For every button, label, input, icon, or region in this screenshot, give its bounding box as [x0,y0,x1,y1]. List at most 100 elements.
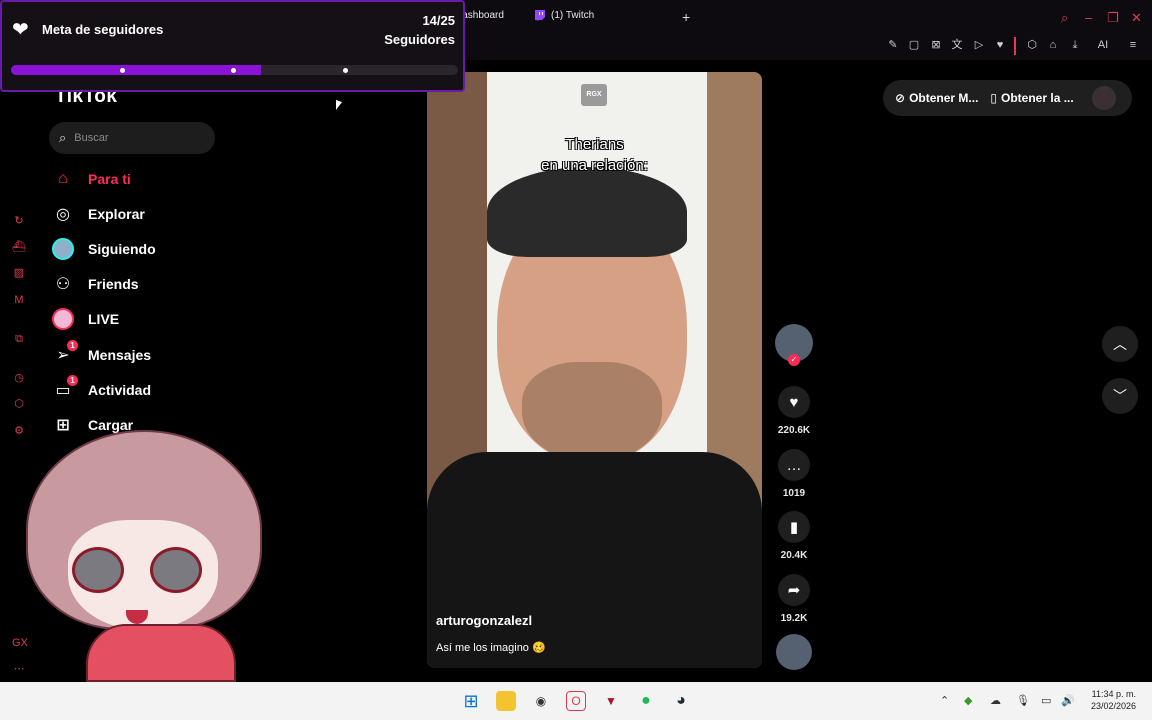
nav-label: Actividad [88,382,152,398]
like-count: 220.6K [777,425,811,436]
pill-label: Obtener la ... [1001,91,1074,105]
video-caption-line2: en una relación: [541,157,648,174]
pin-icon[interactable]: ✎ [886,38,900,52]
bookmark-icon: ▮ [778,511,810,543]
activity-icon: ▭ 1 [52,375,78,401]
top-right-actions: ⊘ Obtener M... ▯ Obtener la ... [883,80,1132,116]
coins-icon: ⊘ [895,91,906,105]
new-tab-button[interactable]: + [682,10,690,24]
steam-icon[interactable]: ◕ [671,691,691,711]
creator-avatar[interactable]: ✓ [775,324,813,366]
onedrive-icon[interactable]: ☁ [990,694,1001,707]
notification-badge: 1 [67,340,78,351]
game-app-icon[interactable]: ▼ [601,691,621,711]
video-subject-shirt [427,452,762,668]
goal-milestone-dot [120,68,125,73]
minimize-button[interactable]: – [1085,10,1092,25]
video-subject-beard [522,362,662,462]
nav-live[interactable]: LIVE [52,306,119,332]
like-button[interactable]: ♥ 220.6K [776,386,812,436]
gx-control-icon[interactable]: ↻ [12,214,26,228]
music-avatar[interactable] [776,634,812,670]
nav-mensajes[interactable]: ➢ 1 Mensajes [52,340,152,368]
obs-icon[interactable]: ◉ [531,691,551,711]
follow-check-icon[interactable]: ✓ [788,354,800,366]
nav-label: Para ti [88,171,131,187]
nav-actividad[interactable]: ▭ 1 Actividad [52,375,152,403]
pill-label: Obtener M... [909,91,979,105]
extensions-sidebar-icon[interactable]: ⬡ [12,397,26,411]
spotify-icon[interactable]: ● [636,691,656,711]
profile-avatar[interactable] [1091,86,1116,110]
search-icon[interactable]: ⌕ [1061,10,1068,26]
tab-twitch[interactable]: (1) Twitch [534,10,594,21]
get-app-button[interactable]: ▯ Obtener la ... [990,91,1073,105]
previous-video-button[interactable]: ︿ [1102,326,1138,362]
vtuber-glasses-left [72,547,124,593]
nav-para-ti[interactable]: ⌂ Para ti [52,166,131,192]
search-bar[interactable]: ⌕ [49,122,215,154]
gx-mail-icon[interactable]: M [12,293,26,307]
tray-chevron-up-icon[interactable]: ⌃ [940,694,949,707]
chevron-up-icon: ︿ [1113,336,1127,352]
tray-app-icon[interactable]: ◆ [964,694,972,707]
chevron-down-icon: ﹀ [1113,388,1127,404]
goal-count: 14/25 [422,13,455,28]
following-avatar-icon [52,238,74,260]
goal-subtitle: Seguidores [384,32,455,47]
snapshot-icon[interactable]: ▢ [907,38,921,52]
video-player[interactable]: RGX Therians en una relación: arturogonz… [427,72,762,668]
nav-label: Mensajes [88,347,152,363]
nav-explorar[interactable]: ◎ Explorar [52,201,145,227]
gx-store-icon[interactable]: ⛴ [12,240,26,254]
opera-gx-icon[interactable]: O [566,691,586,711]
search-icon: ⌕ [59,130,67,145]
get-coins-button[interactable]: ⊘ Obtener M... [895,91,978,105]
goal-title: Meta de seguidores [42,22,164,37]
nav-siguiendo[interactable]: Siguiendo [52,236,156,262]
live-icon [52,308,74,330]
heart-icon[interactable]: ♥ [993,38,1007,52]
goal-milestone-dot [231,68,236,73]
download-icon[interactable]: ⤓ [1068,38,1082,52]
watermark: RGX [581,84,607,106]
windows-start-icon[interactable]: ⊞ [461,691,481,711]
extensions-icon[interactable]: ⬡ [1025,38,1039,52]
friends-icon: ⚇ [55,276,71,293]
network-icon[interactable]: ▭ [1041,694,1051,707]
gx-cleaner-icon[interactable]: ▨ [12,266,26,280]
wallet-icon[interactable]: ⌂ [1046,38,1060,52]
menu-icon[interactable]: ≡ [1126,38,1140,52]
follower-goal-widget: ❤ Meta de seguidores 14/25 Seguidores [0,0,465,92]
microphone-icon[interactable]: 🎙 [1016,694,1030,707]
translate-icon[interactable]: 文 [950,38,964,52]
twitch-sidebar-icon[interactable]: ⧉ [12,332,26,346]
nav-label: Explorar [88,206,145,222]
video-author[interactable]: arturogonzalezl [436,613,532,628]
block-icon[interactable]: ⊠ [929,38,943,52]
heart-icon: ❤ [12,19,29,41]
search-input[interactable] [72,131,203,145]
history-icon[interactable]: ◷ [12,371,26,385]
home-icon: ⌂ [58,170,68,187]
windows-taskbar: ⊞ ◉ O ▼ ● ◕ ⌃ ◆ ☁ 🎙 ▭ 🔊 11:34 p. m. 23/0… [0,682,1152,720]
nav-label: LIVE [88,311,120,327]
video-caption-line1: Therians [565,136,624,153]
ai-button[interactable]: AI [1091,38,1115,52]
toolbar-divider [1014,37,1016,55]
comment-button[interactable]: … 1019 [776,449,812,499]
save-button[interactable]: ▮ 20.4K [776,511,812,561]
nav-friends[interactable]: ⚇ Friends [52,271,139,297]
next-video-button[interactable]: ﹀ [1102,378,1138,414]
nav-label: Friends [88,276,139,292]
restore-button[interactable]: ❐ [1107,10,1119,26]
volume-icon[interactable]: 🔊 [1061,694,1075,707]
video-description: Así me los imagino 🥴 [436,642,546,654]
compass-icon: ◎ [56,206,70,223]
system-clock[interactable]: 11:34 p. m. 23/02/2026 [1091,688,1136,712]
share-button[interactable]: ➦ 19.2K [776,574,812,624]
file-explorer-icon[interactable] [496,691,516,711]
play-icon[interactable]: ▷ [972,38,986,52]
vtuber-avatar [22,430,267,682]
close-button[interactable]: ✕ [1131,10,1142,26]
